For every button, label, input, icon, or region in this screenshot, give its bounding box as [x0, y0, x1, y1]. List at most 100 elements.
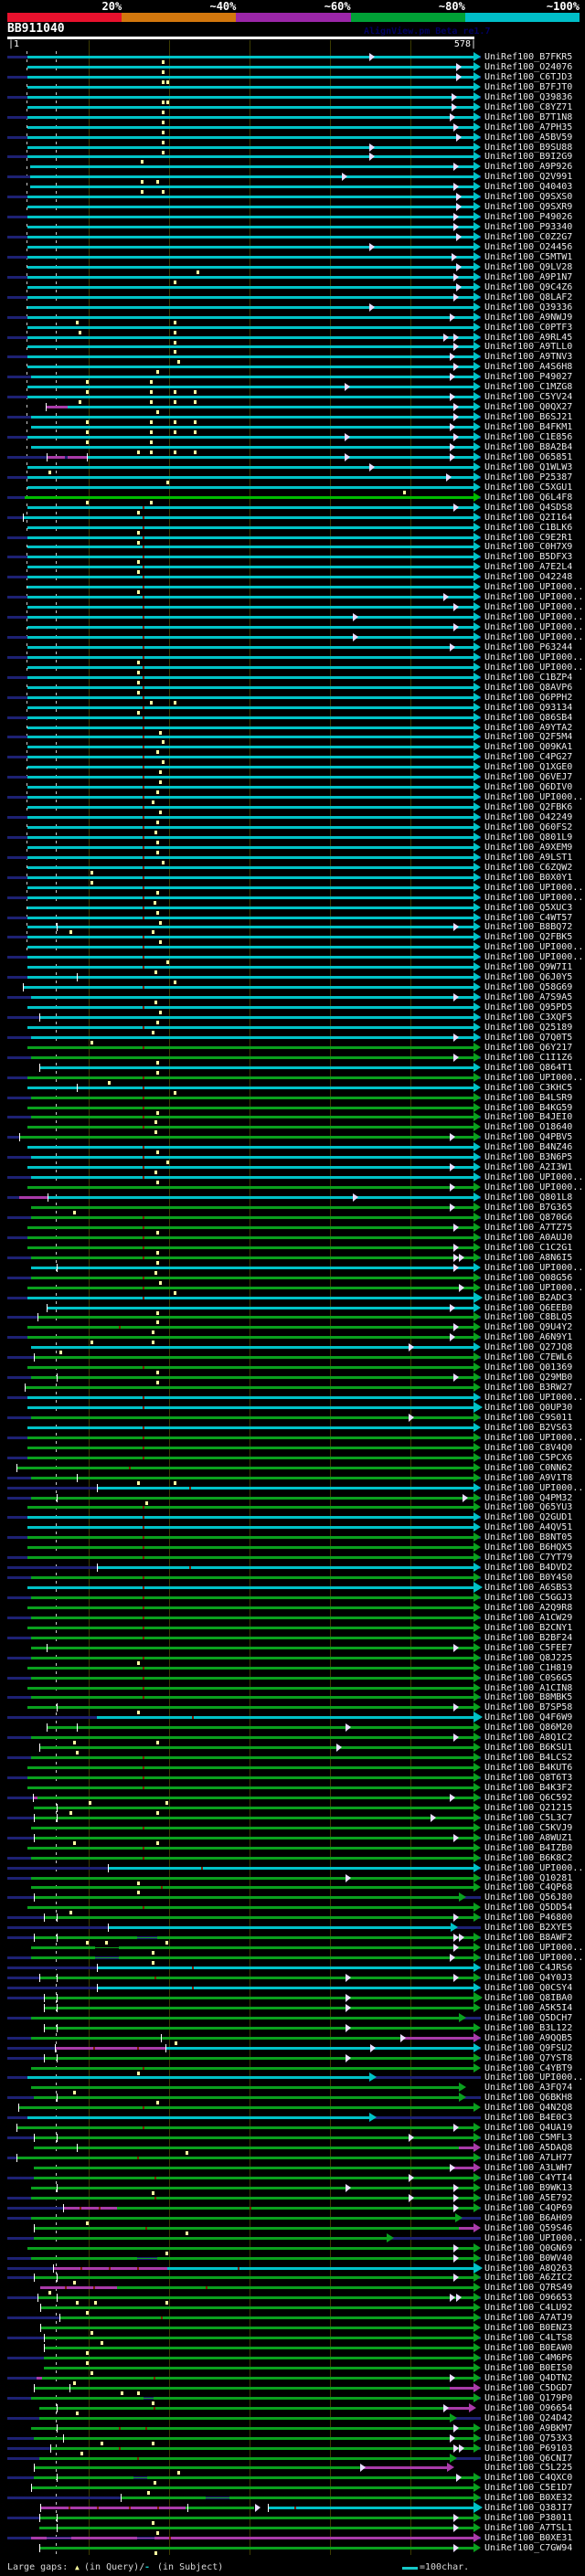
alignment-segment[interactable]	[31, 1176, 473, 1179]
alignment-segment[interactable]	[47, 1307, 473, 1309]
alignment-segment[interactable]	[27, 216, 473, 218]
alignment-segment[interactable]	[119, 1946, 473, 1949]
alignment-segment[interactable]	[39, 2457, 450, 2460]
alignment-segment[interactable]	[27, 1606, 473, 1609]
alignment-segment[interactable]	[31, 1267, 473, 1269]
alignment-segment[interactable]	[27, 796, 473, 799]
alignment-segment[interactable]	[34, 1936, 137, 1939]
alignment-segment[interactable]	[97, 1966, 473, 1969]
alignment-segment[interactable]	[27, 206, 473, 208]
alignment-segment[interactable]	[19, 1136, 473, 1139]
alignment-segment[interactable]	[27, 336, 473, 339]
alignment-segment[interactable]	[31, 2086, 459, 2089]
alignment-segment[interactable]	[27, 355, 473, 358]
alignment-segment[interactable]	[31, 1156, 473, 1159]
alignment-segment[interactable]	[87, 456, 473, 459]
hit-label[interactable]: UniRef100_C7GW94	[484, 2543, 585, 2554]
alignment-segment[interactable]	[27, 1297, 473, 1299]
alignment-segment[interactable]	[31, 1756, 473, 1759]
alignment-segment[interactable]	[27, 886, 473, 889]
alignment-segment[interactable]	[137, 1937, 157, 1938]
alignment-segment[interactable]	[31, 1736, 473, 1739]
alignment-segment[interactable]	[27, 1046, 473, 1049]
alignment-segment[interactable]	[16, 2126, 473, 2129]
alignment-segment[interactable]	[34, 2476, 133, 2479]
alignment-segment[interactable]	[27, 146, 473, 149]
alignment-segment[interactable]	[121, 2496, 205, 2499]
alignment-segment[interactable]	[27, 86, 473, 89]
alignment-segment[interactable]	[31, 2486, 473, 2489]
alignment-segment[interactable]	[34, 2096, 459, 2099]
alignment-segment[interactable]	[25, 1386, 473, 1389]
alignment-segment[interactable]	[27, 676, 473, 679]
alignment-segment[interactable]	[119, 1956, 473, 1959]
alignment-segment[interactable]	[27, 1246, 473, 1249]
alignment-segment[interactable]	[27, 776, 473, 779]
alignment-segment[interactable]	[27, 906, 473, 909]
alignment-segment[interactable]	[46, 406, 69, 408]
alignment-segment[interactable]	[27, 656, 473, 659]
alignment-segment[interactable]	[229, 2496, 473, 2499]
alignment-segment[interactable]	[95, 1947, 119, 1948]
alignment-segment[interactable]	[27, 1536, 473, 1539]
alignment-segment[interactable]	[27, 956, 473, 959]
alignment-segment[interactable]	[27, 666, 473, 669]
alignment-segment[interactable]	[47, 2538, 70, 2539]
alignment-segment[interactable]	[31, 1116, 473, 1118]
alignment-segment[interactable]	[27, 926, 473, 928]
alignment-segment[interactable]	[27, 366, 473, 368]
alignment-segment[interactable]	[147, 2476, 473, 2479]
alignment-segment[interactable]	[27, 696, 473, 699]
alignment-segment[interactable]	[459, 2147, 473, 2149]
alignment-segment[interactable]	[27, 936, 473, 938]
alignment-segment[interactable]	[31, 1827, 473, 1829]
alignment-segment[interactable]	[31, 2197, 473, 2200]
alignment-segment[interactable]	[27, 736, 473, 738]
alignment-segment[interactable]	[34, 1817, 473, 1819]
alignment-segment[interactable]	[27, 1406, 473, 1409]
alignment-segment[interactable]	[31, 1956, 95, 1959]
alignment-segment[interactable]	[137, 2258, 157, 2259]
alignment-segment[interactable]	[27, 876, 473, 879]
alignment-segment[interactable]	[27, 1516, 473, 1519]
alignment-segment[interactable]	[68, 456, 86, 459]
alignment-segment[interactable]	[97, 1487, 473, 1489]
alignment-segment[interactable]	[37, 2296, 473, 2299]
alignment-segment[interactable]	[31, 1946, 95, 1949]
alignment-segment[interactable]	[55, 2047, 165, 2050]
alignment-segment[interactable]	[27, 56, 473, 58]
alignment-segment[interactable]	[16, 2157, 473, 2159]
alignment-segment[interactable]	[31, 1596, 473, 1599]
alignment-segment[interactable]	[16, 1467, 473, 1469]
alignment-segment[interactable]	[31, 1497, 473, 1500]
alignment-segment[interactable]	[39, 1066, 473, 1069]
alignment-segment[interactable]	[157, 2257, 473, 2260]
alignment-segment[interactable]	[27, 1546, 473, 1549]
alignment-segment[interactable]	[31, 1256, 473, 1259]
alignment-segment[interactable]	[27, 946, 473, 949]
alignment-segment[interactable]	[34, 2437, 473, 2440]
alignment-segment[interactable]	[27, 1786, 473, 1789]
alignment-segment[interactable]	[144, 2398, 154, 2399]
alignment-segment[interactable]	[23, 986, 473, 989]
alignment-segment[interactable]	[27, 1076, 473, 1079]
alignment-segment[interactable]	[108, 1867, 473, 1870]
alignment-segment[interactable]	[31, 2017, 459, 2019]
alignment-segment[interactable]	[27, 246, 473, 249]
alignment-segment[interactable]	[31, 2187, 473, 2189]
alignment-segment[interactable]	[30, 175, 473, 178]
alignment-segment[interactable]	[31, 1696, 473, 1699]
alignment-segment[interactable]	[50, 2447, 473, 2450]
alignment-segment[interactable]	[31, 1036, 473, 1039]
alignment-segment[interactable]	[133, 2477, 147, 2478]
alignment-segment[interactable]	[27, 226, 473, 228]
alignment-segment[interactable]	[27, 2116, 368, 2119]
alignment-segment[interactable]	[37, 1797, 473, 1799]
alignment-segment[interactable]	[27, 1166, 473, 1169]
alignment-segment[interactable]	[31, 1477, 473, 1479]
alignment-segment[interactable]	[27, 476, 473, 479]
alignment-segment[interactable]	[401, 2037, 473, 2040]
alignment-segment[interactable]	[27, 766, 473, 769]
alignment-segment[interactable]	[27, 1847, 473, 1850]
alignment-segment[interactable]	[34, 1837, 473, 1839]
